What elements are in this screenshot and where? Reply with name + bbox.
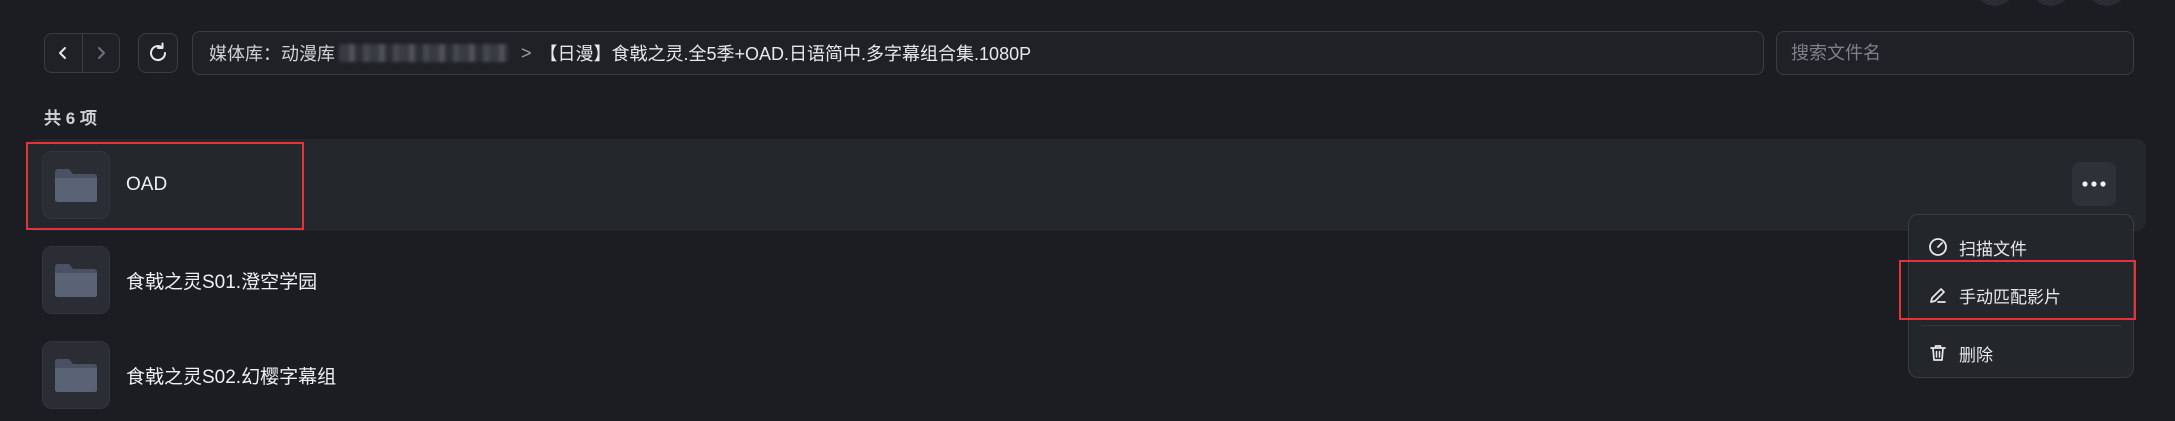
list-item-name: 食戟之灵S02.幻樱字幕组 [126,366,337,388]
forward-button[interactable] [81,34,120,72]
breadcrumb-current: 【日漫】食戟之灵.全5季+OAD.日语简中.多字幕组合集.1080P [539,44,1032,64]
chevron-right-icon [97,47,105,59]
folder-icon [55,359,97,392]
list-item[interactable]: 食戟之灵S01.澄空学园 [26,234,2146,326]
more-options-button[interactable] [2072,162,2116,206]
refresh-icon [150,42,167,62]
top-right-controls [1975,0,2175,6]
chevron-left-icon [59,47,67,59]
breadcrumb-redacted-path [339,44,509,62]
item-count: 共 6 项 [44,109,97,128]
refresh-button[interactable] [138,33,178,73]
menu-divider [1921,325,2121,326]
top-action-button[interactable] [2087,0,2127,6]
breadcrumb-separator: > [521,42,532,63]
highlight-box-menu-item [1899,260,2136,320]
back-button[interactable] [45,34,82,72]
list-item-name: 食戟之灵S01.澄空学园 [126,271,318,293]
menu-item-label: 删除 [1959,345,1993,365]
scan-icon [1927,236,1949,258]
folder-thumbnail [42,246,110,314]
menu-item-label: 扫描文件 [1959,239,2027,259]
toolbar: 媒体库：动漫库 > 【日漫】食戟之灵.全5季+OAD.日语简中.多字幕组合集.1… [44,31,2134,75]
highlight-box-folder [26,142,304,230]
folder-thumbnail [42,341,110,409]
list-item[interactable]: 食戟之灵S02.幻樱字幕组 [26,329,2146,421]
more-horizontal-icon [2082,181,2106,187]
top-action-button[interactable] [1975,0,2015,6]
folder-icon [55,264,97,297]
history-nav [44,33,120,73]
menu-item-delete[interactable]: 删除 [1909,331,2133,375]
breadcrumb-library[interactable]: 媒体库：动漫库 [209,40,335,66]
search-input[interactable] [1776,31,2134,75]
trash-icon [1927,342,1949,364]
top-action-button[interactable] [2031,0,2071,6]
list-item[interactable]: OAD [26,139,2146,231]
breadcrumb: 媒体库：动漫库 > 【日漫】食戟之灵.全5季+OAD.日语简中.多字幕组合集.1… [192,31,1764,75]
